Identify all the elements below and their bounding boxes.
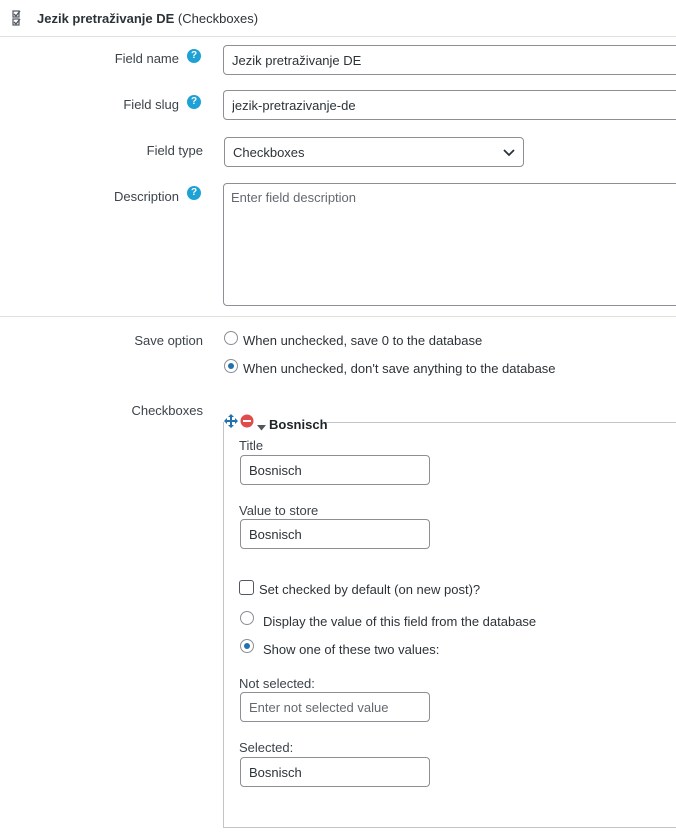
display-db-value-label[interactable]: Display the value of this field from the…: [263, 614, 536, 629]
selected-input[interactable]: [240, 757, 430, 787]
field-type-select[interactable]: Checkboxes: [224, 137, 524, 167]
save-zero-label[interactable]: When unchecked, save 0 to the database: [243, 333, 482, 348]
field-type-suffix: (Checkboxes): [177, 11, 259, 26]
field-slug-input[interactable]: [223, 90, 676, 120]
show-two-values-label[interactable]: Show one of these two values:: [263, 642, 439, 657]
default-checked-checkbox[interactable]: [239, 580, 254, 595]
save-option-label: Save option: [134, 333, 203, 348]
caret-down-icon[interactable]: [257, 419, 266, 434]
field-name-input[interactable]: [223, 45, 676, 75]
save-nothing-label[interactable]: When unchecked, don't save anything to t…: [243, 361, 556, 376]
default-checked-label[interactable]: Set checked by default (on new post)?: [259, 582, 480, 597]
title-label: Title: [239, 438, 264, 453]
checkbox-item-name[interactable]: Bosnisch: [269, 417, 328, 432]
move-icon[interactable]: [224, 414, 238, 431]
description-textarea[interactable]: [223, 183, 676, 306]
group-top-border: [325, 422, 676, 423]
description-label: Description: [113, 189, 179, 204]
title-input[interactable]: [240, 455, 430, 485]
field-type-value: Checkboxes: [233, 144, 305, 160]
display-db-value-radio[interactable]: [240, 611, 254, 625]
not-selected-input[interactable]: [240, 692, 430, 722]
field-title: Jezik pretraživanje DE: [37, 11, 175, 26]
field-type-label: Field type: [146, 143, 203, 158]
field-header[interactable]: Jezik pretraživanje DE (Checkboxes): [0, 0, 676, 37]
field-slug-label: Field slug: [123, 97, 179, 112]
chevron-down-icon: [503, 145, 515, 160]
checkboxes-label: Checkboxes: [131, 403, 203, 418]
field-name-label: Field name: [114, 51, 179, 66]
not-selected-label: Not selected:: [239, 676, 315, 691]
help-icon[interactable]: ?: [187, 49, 201, 63]
section-divider: [0, 316, 676, 317]
show-two-values-radio[interactable]: [240, 639, 254, 653]
field-header-title: Jezik pretraživanje DE (Checkboxes): [37, 11, 258, 26]
save-zero-radio[interactable]: [224, 331, 238, 345]
help-icon[interactable]: ?: [187, 186, 201, 200]
save-nothing-radio[interactable]: [224, 359, 238, 373]
checkboxes-icon: [12, 10, 26, 26]
delete-icon[interactable]: [240, 414, 254, 431]
value-to-store-input[interactable]: [240, 519, 430, 549]
help-icon[interactable]: ?: [187, 95, 201, 109]
value-to-store-label: Value to store: [239, 503, 319, 518]
selected-label: Selected:: [239, 740, 294, 755]
